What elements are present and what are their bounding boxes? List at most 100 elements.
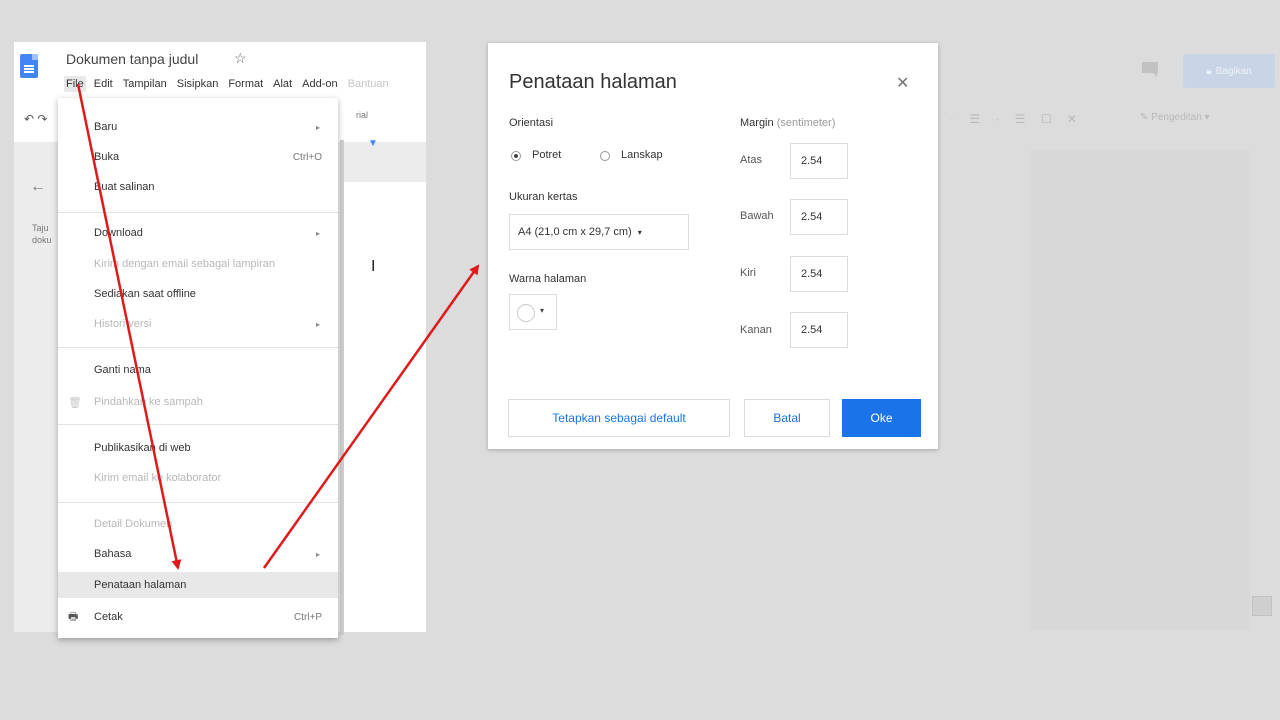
explore-button[interactable]	[1252, 596, 1272, 616]
trash-icon: 🗑︎	[68, 396, 82, 409]
menu-divider	[58, 424, 338, 425]
menu-item-offline[interactable]: Sediakan saat offline	[58, 281, 338, 307]
menu-item-page-setup[interactable]: Penataan halaman	[58, 572, 338, 598]
menu-item-label: Buat salinan	[94, 181, 155, 193]
outline-label-line-1: Taju	[32, 223, 49, 233]
star-icon[interactable]: ☆	[234, 50, 247, 67]
menu-item-new[interactable]: Baru ▸	[58, 114, 338, 140]
menu-divider	[58, 347, 338, 348]
menu-item-label: Bahasa	[94, 548, 132, 560]
chevron-down-icon: ▾	[637, 227, 642, 237]
menu-item-open[interactable]: Buka Ctrl+O	[58, 144, 338, 170]
menu-item-download[interactable]: Download ▸	[58, 220, 338, 246]
margin-right-input[interactable]: 2.54	[790, 312, 848, 348]
menu-item-print[interactable]: 🖶︎ Cetak Ctrl+P	[58, 604, 338, 630]
margin-unit-label: (sentimeter)	[776, 117, 836, 129]
editing-mode-dropdown[interactable]: ✎ Pengeditan ▾	[1140, 112, 1210, 123]
share-button[interactable]: 🔒︎ Bagikan	[1183, 54, 1275, 88]
undo-icon[interactable]: ↶ ↷	[24, 112, 47, 126]
menu-item-label: Histori versi	[94, 318, 152, 330]
menu-item-label: Penataan halaman	[94, 579, 187, 591]
menu-item-email-collaborators[interactable]: Kirim email ke kolaborator	[58, 465, 338, 491]
menu-item-label: Buka	[94, 151, 120, 163]
docs-logo-icon[interactable]	[20, 54, 38, 78]
menu-item-make-copy[interactable]: Buat salinan	[58, 174, 338, 200]
menu-divider	[58, 212, 338, 213]
outline-label-line-2: doku	[32, 235, 52, 245]
submenu-arrow-icon: ▸	[315, 549, 320, 559]
portrait-radio[interactable]	[511, 151, 521, 161]
submenu-arrow-icon: ▸	[315, 228, 320, 238]
color-swatch	[517, 304, 535, 322]
margin-left-input[interactable]: 2.54	[790, 256, 848, 292]
margin-left-label: Kiri	[740, 267, 756, 279]
orientation-label: Orientasi	[509, 117, 554, 129]
menu-tools[interactable]: Alat	[271, 76, 294, 92]
lock-icon: 🔒︎	[1206, 65, 1212, 77]
ruler-indent-marker[interactable]: ▼	[368, 138, 378, 149]
menu-item-label: Kirim dengan email sebagai lampiran	[94, 258, 275, 270]
paper-size-select[interactable]: A4 (21,0 cm x 29,7 cm) ▾	[509, 214, 689, 250]
menu-file[interactable]: File	[64, 76, 86, 92]
menu-item-label: Kirim email ke kolaborator	[94, 472, 222, 484]
margin-top-input[interactable]: 2.54	[790, 143, 848, 179]
menu-divider	[58, 502, 338, 503]
menu-item-label: Pindahkan ke sampah	[94, 396, 203, 408]
menu-item-rename[interactable]: Ganti nama	[58, 357, 338, 383]
menu-bar: File Edit Tampilan Sisipkan Format Alat …	[64, 76, 391, 92]
margin-top-label: Atas	[740, 154, 763, 166]
document-title[interactable]: Dokumen tanpa judul	[66, 51, 198, 67]
printer-icon: 🖶︎	[68, 610, 79, 623]
margin-label: Margin	[740, 117, 774, 129]
paper-size-value: A4 (21,0 cm x 29,7 cm)	[518, 226, 632, 238]
submenu-arrow-icon: ▸	[315, 319, 320, 329]
portrait-label[interactable]: Potret	[532, 149, 561, 161]
menu-insert[interactable]: Sisipkan	[175, 76, 221, 92]
menu-item-label: Download	[94, 227, 143, 239]
menu-item-publish-web[interactable]: Publikasikan di web	[58, 435, 338, 461]
menu-item-language[interactable]: Bahasa ▸	[58, 541, 338, 567]
list-format-icons: · ☰ · ☰ ☐ ✕	[950, 112, 1083, 126]
set-default-button[interactable]: Tetapkan sebagai default	[508, 399, 730, 437]
menu-item-email-attachment[interactable]: Kirim dengan email sebagai lampiran	[58, 251, 338, 277]
menu-item-label: Publikasikan di web	[94, 442, 191, 454]
menu-item-version-history[interactable]: Histori versi ▸	[58, 311, 338, 337]
cancel-button[interactable]: Batal	[744, 399, 830, 437]
page-color-label: Warna halaman	[509, 273, 587, 285]
landscape-label[interactable]: Lanskap	[621, 149, 663, 161]
document-page-background	[1030, 150, 1250, 630]
menu-item-label: Ganti nama	[94, 364, 151, 376]
document-page[interactable]	[344, 182, 426, 632]
dialog-title: Penataan halaman	[509, 71, 677, 93]
menu-item-shortcut: Ctrl+O	[292, 151, 322, 163]
menu-format[interactable]: Format	[226, 76, 265, 92]
close-icon[interactable]: ✕	[896, 73, 909, 93]
margin-header: Margin (sentimeter)	[740, 117, 835, 129]
margin-bottom-label: Bawah	[740, 210, 774, 222]
share-button-label: Bagikan	[1215, 65, 1252, 77]
menu-item-label: Detail Dokumen	[94, 518, 173, 530]
menu-item-label: Baru	[94, 121, 118, 133]
ok-button[interactable]: Oke	[842, 399, 921, 437]
menu-item-label: Sediakan saat offline	[94, 288, 196, 300]
menu-item-label: Cetak	[94, 611, 123, 623]
menu-scrollbar[interactable]	[340, 140, 344, 635]
back-arrow-icon[interactable]: ←	[30, 178, 46, 196]
font-name-label[interactable]: rial	[356, 110, 368, 120]
margin-right-label: Kanan	[740, 324, 772, 336]
menu-item-document-details[interactable]: Detail Dokumen	[58, 511, 338, 537]
menu-edit[interactable]: Edit	[92, 76, 115, 92]
menu-item-shortcut: Ctrl+P	[293, 611, 322, 623]
pencil-icon: ✎	[1140, 112, 1152, 123]
menu-item-move-to-trash[interactable]: 🗑︎ Pindahkan ke sampah	[58, 389, 338, 415]
margin-bottom-input[interactable]: 2.54	[790, 199, 848, 235]
menu-help[interactable]: Bantuan	[346, 76, 391, 92]
menu-view[interactable]: Tampilan	[121, 76, 169, 92]
landscape-radio[interactable]	[600, 151, 610, 161]
text-cursor: I	[371, 258, 376, 275]
chevron-down-icon: ▾	[540, 306, 545, 315]
comment-icon[interactable]	[1141, 60, 1159, 78]
page-setup-dialog: Penataan halaman ✕ Orientasi Potret Lans…	[488, 43, 938, 449]
menu-addons[interactable]: Add-on	[300, 76, 339, 92]
page-color-picker[interactable]: ▾	[509, 294, 557, 330]
